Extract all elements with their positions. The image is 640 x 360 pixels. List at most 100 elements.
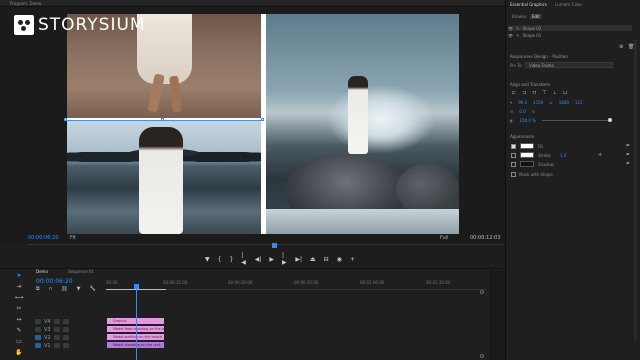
resize-handle[interactable] xyxy=(261,118,264,121)
position-x[interactable]: 96.0 xyxy=(518,100,527,105)
go-in-icon[interactable]: |◀ xyxy=(241,252,246,266)
shadow-checkbox[interactable] xyxy=(511,162,516,167)
right-panel-scrollbar[interactable] xyxy=(634,40,637,340)
fill-checkbox[interactable] xyxy=(511,144,516,149)
eye-icon[interactable] xyxy=(62,327,69,332)
tab-demo[interactable]: Demo xyxy=(36,269,48,274)
stroke-width-value[interactable]: 1.0 xyxy=(560,153,566,158)
button-editor-icon[interactable]: + xyxy=(350,256,355,263)
lock-icon[interactable] xyxy=(53,327,60,332)
mask-checkbox[interactable] xyxy=(511,172,516,177)
layer-row[interactable]: 👁 ✎ Shape 01 xyxy=(508,32,632,38)
hand-tool-icon[interactable]: ✋ xyxy=(15,349,22,356)
export-frame-icon[interactable]: ◉ xyxy=(337,256,342,263)
monitor-playhead[interactable] xyxy=(272,243,277,248)
new-layer-icon[interactable]: ⊕ xyxy=(619,44,623,50)
timeline-vertical-scrollbar[interactable] xyxy=(480,290,484,358)
ruler-label: 00:01:00:00 xyxy=(360,280,385,285)
tab-edit[interactable]: Edit xyxy=(530,14,542,19)
lift-icon[interactable]: ⏏ xyxy=(310,256,316,263)
selection-tool-icon[interactable]: ➤ xyxy=(16,272,21,279)
fill-color-swatch[interactable] xyxy=(520,143,534,149)
pin-to-select[interactable]: Video Frame xyxy=(525,62,613,68)
tab-lumetri-color[interactable]: Lumetri Color xyxy=(555,2,582,7)
wrench-icon[interactable]: 🔧 xyxy=(89,286,95,292)
size-height[interactable]: 112 xyxy=(575,100,583,105)
lock-icon[interactable] xyxy=(53,319,60,324)
photo-woman-walking[interactable] xyxy=(67,121,261,234)
eyedropper-icon[interactable]: ✒ xyxy=(626,143,630,149)
transport-controls: ▼ { } |◀ ◀| ▶ |▶ ▶| ⏏ ⊟ ◉ + xyxy=(205,252,355,266)
in-icon[interactable]: { xyxy=(218,256,222,263)
tab-essential-graphics[interactable]: Essential Graphics xyxy=(510,2,547,7)
rectangle-tool-icon[interactable]: ▭ xyxy=(16,338,22,345)
tab-browse[interactable]: Browse xyxy=(512,14,527,19)
appearance-label: Appearance xyxy=(510,134,535,139)
play-icon[interactable]: ▶ xyxy=(269,256,274,263)
add-marker-icon[interactable]: ▼ xyxy=(77,286,81,292)
eyedropper-icon[interactable]: ✒ xyxy=(626,152,630,158)
ruler-label: 00:00:30:00 xyxy=(228,280,253,285)
size-width[interactable]: 1840 xyxy=(559,100,569,105)
track-target[interactable] xyxy=(35,343,41,348)
eye-icon[interactable] xyxy=(62,343,69,348)
resize-handle[interactable] xyxy=(161,118,164,121)
photo-woman-on-rock[interactable] xyxy=(266,14,459,234)
eye-icon[interactable]: 👁 xyxy=(508,33,513,38)
layer-name: Shape 01 xyxy=(522,32,542,38)
go-out-icon[interactable]: ▶| xyxy=(295,256,302,263)
monitor-panel-label[interactable]: Program: Demo xyxy=(10,1,41,6)
stroke-checkbox[interactable] xyxy=(511,153,516,158)
track-target[interactable] xyxy=(35,335,41,340)
slip-tool-icon[interactable]: ↔ xyxy=(16,316,21,323)
razor-tool-icon[interactable]: ✂ xyxy=(16,305,21,312)
rotation-value[interactable]: 0.0 xyxy=(519,109,525,114)
ripple-edit-icon[interactable]: ⟷ xyxy=(15,294,24,301)
pen-tool-icon[interactable]: ✎ xyxy=(16,327,21,334)
track-target[interactable] xyxy=(35,327,41,332)
add-stroke-icon[interactable]: + xyxy=(598,152,602,158)
stroke-color-swatch[interactable] xyxy=(520,152,534,158)
eye-icon[interactable]: 👁 xyxy=(508,26,513,31)
track-select-icon[interactable]: ⇥ xyxy=(16,283,21,290)
eye-icon[interactable] xyxy=(62,335,69,340)
align-right-icon[interactable]: ⊓ xyxy=(532,90,536,96)
eye-icon[interactable] xyxy=(62,319,69,324)
divider-shape-vertical[interactable] xyxy=(261,14,266,234)
layer-row[interactable]: 👁 ✎ Shape 02 xyxy=(508,25,632,31)
timeline-timecode[interactable]: 00:00:06:20 xyxy=(36,278,73,285)
eyedropper-icon[interactable]: ✒ xyxy=(626,161,630,167)
opacity-value[interactable]: 100.0 % xyxy=(520,118,537,123)
lock-icon[interactable] xyxy=(53,343,60,348)
slider-thumb[interactable] xyxy=(608,118,613,122)
linked-selection-icon[interactable]: ⛓ xyxy=(61,286,67,292)
track-target[interactable] xyxy=(35,319,41,324)
zoom-fit-select[interactable]: Fit xyxy=(70,235,76,241)
shadow-color-swatch[interactable] xyxy=(520,161,534,167)
nest-icon[interactable]: ⧉ xyxy=(36,286,40,292)
align-top-icon[interactable]: ⊤ xyxy=(542,90,546,96)
out-icon[interactable]: } xyxy=(229,256,233,263)
align-left-icon[interactable]: ⊏ xyxy=(512,90,516,96)
opacity-slider[interactable] xyxy=(542,118,613,122)
lock-icon[interactable] xyxy=(53,335,60,340)
align-center-icon[interactable]: ⊐ xyxy=(522,90,526,96)
tab-sequence-01[interactable]: Sequence 01 xyxy=(68,269,94,274)
align-middle-icon[interactable]: ⊥ xyxy=(553,90,557,96)
resize-handle[interactable] xyxy=(64,118,67,121)
timeline-playhead[interactable] xyxy=(134,284,139,289)
step-forward-icon[interactable]: |▶ xyxy=(282,252,287,266)
snap-icon[interactable]: ∩ xyxy=(49,286,53,292)
extract-icon[interactable]: ⊟ xyxy=(324,256,329,263)
step-back-icon[interactable]: ◀| xyxy=(255,256,262,263)
pen-tool-icon: ✎ xyxy=(516,25,520,31)
audio-meters xyxy=(490,270,505,360)
marker-icon[interactable]: ▼ xyxy=(205,256,210,263)
rotation-row: ⊙ 0.0 ↻ xyxy=(510,109,535,114)
monitor-scrub-bar[interactable] xyxy=(28,244,504,250)
align-bottom-icon[interactable]: ⊔ xyxy=(563,90,567,96)
position-y[interactable]: 1150 xyxy=(533,100,543,105)
timeline-playhead-line[interactable] xyxy=(136,284,137,360)
playback-quality-select[interactable]: Full xyxy=(440,235,449,241)
monitor-current-timecode[interactable]: 00:00:06:20 xyxy=(28,235,59,241)
